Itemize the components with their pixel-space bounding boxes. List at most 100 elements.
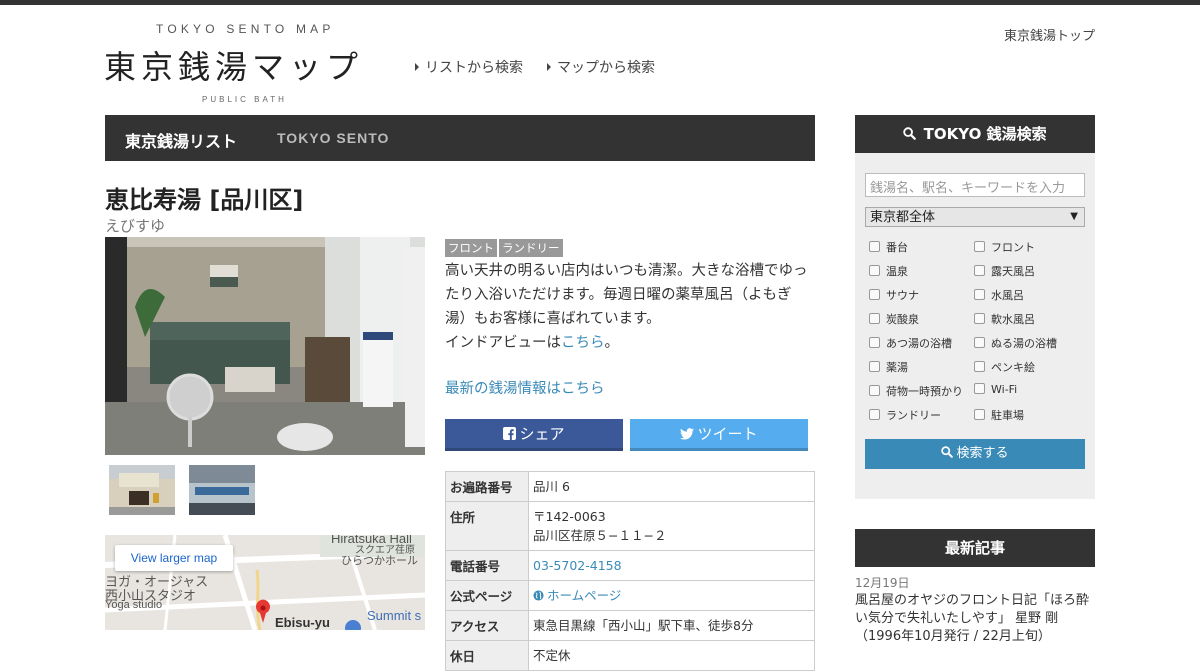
checkbox-icon: [869, 313, 880, 324]
checkbox-laundry[interactable]: ランドリー: [869, 407, 941, 423]
table-row: 住所 〒142-0063 品川区荏原５−１１−２: [445, 501, 815, 551]
description-text: 高い天井の明るい店内はいつも清潔。大きな浴槽でゆったり入浴いただけます。毎週日曜…: [445, 263, 808, 327]
search-submit-button[interactable]: 検索する: [865, 439, 1085, 469]
top-link[interactable]: 東京銭湯トップ: [1004, 25, 1095, 44]
area-select-value: 東京都全体: [870, 210, 936, 225]
photo-thumbnail[interactable]: [109, 465, 175, 515]
address: 品川区荏原５−１１−２: [533, 528, 667, 543]
navbar-title[interactable]: 東京銭湯リスト: [125, 128, 237, 152]
photo-thumbnail[interactable]: [189, 465, 255, 515]
sento-kana: えびすゆ: [105, 217, 166, 235]
table-row: 電話番号 03-5702-4158: [445, 550, 815, 581]
checkbox-icon: [869, 409, 880, 420]
checkbox-nuruyu[interactable]: ぬる湯の浴槽: [974, 335, 1057, 351]
checkbox-icon: [974, 409, 985, 420]
checkbox-label: ランドリー: [886, 409, 941, 422]
row-value: 03-5702-4158: [528, 550, 815, 581]
checkbox-atsuyu[interactable]: あつ湯の浴槽: [869, 335, 952, 351]
checkbox-wifi[interactable]: Wi-Fi: [974, 383, 1017, 396]
row-value: 東急目黒線「西小山」駅下車、徒歩8分: [528, 610, 815, 641]
view-larger-map-button[interactable]: View larger map: [115, 545, 233, 571]
checkbox-icon: [974, 337, 985, 348]
checkbox-icon: [974, 361, 985, 372]
facebook-share-button[interactable]: シェア: [445, 419, 623, 451]
homepage-link[interactable]: ホームページ: [533, 588, 621, 603]
checkbox-icon: [869, 265, 880, 276]
nav-link-label: マップから検索: [557, 60, 655, 76]
checkbox-sauna[interactable]: サウナ: [869, 287, 919, 303]
checkbox-rotenburo[interactable]: 露天風呂: [974, 263, 1035, 279]
checkbox-icon: [974, 383, 985, 394]
feature-tags: フロント ランドリー: [445, 237, 565, 257]
checkbox-icon: [974, 241, 985, 252]
nav-link-label: リストから検索: [425, 60, 523, 76]
site-logo[interactable]: 東京銭湯マップ: [104, 42, 363, 88]
main-photo[interactable]: [105, 237, 425, 455]
sento-name: 恵比寿湯 [品川区]: [105, 186, 304, 214]
checkbox-label: 番台: [886, 241, 908, 254]
twitter-tweet-label: ツイート: [697, 425, 758, 443]
row-value: 不定休: [528, 640, 815, 671]
checkbox-tansansen[interactable]: 炭酸泉: [869, 311, 919, 327]
nav-link-list-search[interactable]: リストから検索: [415, 57, 523, 77]
checkbox-icon: [869, 289, 880, 300]
indoor-view-link[interactable]: こちら: [561, 335, 605, 351]
site-subtitle: PUBLIC BATH: [202, 95, 287, 104]
table-row: アクセス 東急目黒線「西小山」駅下車、徒歩8分: [445, 610, 815, 641]
checkbox-label: 薬湯: [886, 361, 908, 374]
table-row: お遍路番号 品川 6: [445, 471, 815, 502]
checkbox-icon: [974, 289, 985, 300]
row-label: 休日: [445, 640, 529, 671]
checkbox-label: ぬる湯の浴槽: [991, 337, 1057, 350]
row-label: 公式ページ: [445, 580, 529, 611]
checkbox-kusuriyu[interactable]: 薬湯: [869, 359, 908, 375]
keyword-search-input[interactable]: 銭湯名、駅名、キーワードを入力: [865, 173, 1085, 197]
location-map[interactable]: View larger map Hiratsuka Hall スクエア荏原 ひら…: [105, 535, 425, 630]
indoor-view-suffix: 。: [604, 335, 620, 351]
postal-code: 〒142-0063: [533, 509, 606, 524]
checkbox-label: フロント: [991, 241, 1035, 254]
checkbox-icon: [869, 385, 880, 396]
area-select[interactable]: 東京都全体 ▼: [865, 207, 1085, 227]
search-panel-header: TOKYO 銭湯検索: [855, 115, 1095, 153]
info-table: お遍路番号 品川 6 住所 〒142-0063 品川区荏原５−１１−２ 電話番号 03-…: [445, 471, 815, 671]
indoor-view-text: インドアビューは: [445, 335, 561, 351]
triangle-right-icon: [415, 63, 419, 71]
row-label: 電話番号: [445, 550, 529, 581]
facebook-icon: [503, 427, 517, 440]
checkbox-parking[interactable]: 駐車場: [974, 407, 1024, 423]
checkbox-label: 炭酸泉: [886, 313, 919, 326]
section-navbar: 東京銭湯リスト TOKYO SENTO: [105, 115, 815, 161]
top-bar: [0, 0, 1200, 5]
checkbox-icon: [869, 337, 880, 348]
checkbox-icon: [974, 265, 985, 276]
checkbox-nansui[interactable]: 軟水風呂: [974, 311, 1035, 327]
checkbox-label: 水風呂: [991, 289, 1024, 302]
feature-tag: ランドリー: [499, 239, 563, 257]
map-label: Summit s: [367, 608, 422, 623]
checkbox-bandai[interactable]: 番台: [869, 239, 908, 255]
checkbox-luggage[interactable]: 荷物一時預かり: [869, 383, 963, 399]
triangle-right-icon: [547, 63, 551, 71]
feature-tag: フロント: [445, 239, 497, 257]
nav-link-map-search[interactable]: マップから検索: [547, 57, 655, 77]
search-icon: [941, 446, 954, 458]
search-icon: [903, 127, 917, 140]
latest-articles-header: 最新記事: [855, 529, 1095, 567]
checkbox-label: 軟水風呂: [991, 313, 1035, 326]
table-row: 公式ページ ホームページ: [445, 580, 815, 611]
phone-link[interactable]: 03-5702-4158: [533, 558, 622, 573]
checkbox-label: 駐車場: [991, 409, 1024, 422]
latest-news-link[interactable]: 最新の銭湯情報はこちら: [445, 377, 605, 398]
checkbox-onsen[interactable]: 温泉: [869, 263, 908, 279]
checkbox-icon: [974, 313, 985, 324]
twitter-tweet-button[interactable]: ツイート: [630, 419, 808, 451]
checkbox-mizuburo[interactable]: 水風呂: [974, 287, 1024, 303]
checkbox-front[interactable]: フロント: [974, 239, 1035, 255]
row-value: 〒142-0063 品川区荏原５−１１−２: [528, 501, 815, 551]
row-label: 住所: [445, 501, 529, 551]
checkbox-penki[interactable]: ペンキ絵: [974, 359, 1035, 375]
article-title-link[interactable]: 風呂屋のオヤジのフロント日記「ほろ酔い気分で失礼いたしやす」 星野 剛 （199…: [855, 592, 1095, 646]
search-panel: 銭湯名、駅名、キーワードを入力 東京都全体 ▼ 番台 フロント 温泉 露天風呂 サ…: [855, 153, 1095, 499]
checkbox-label: あつ湯の浴槽: [886, 337, 952, 350]
